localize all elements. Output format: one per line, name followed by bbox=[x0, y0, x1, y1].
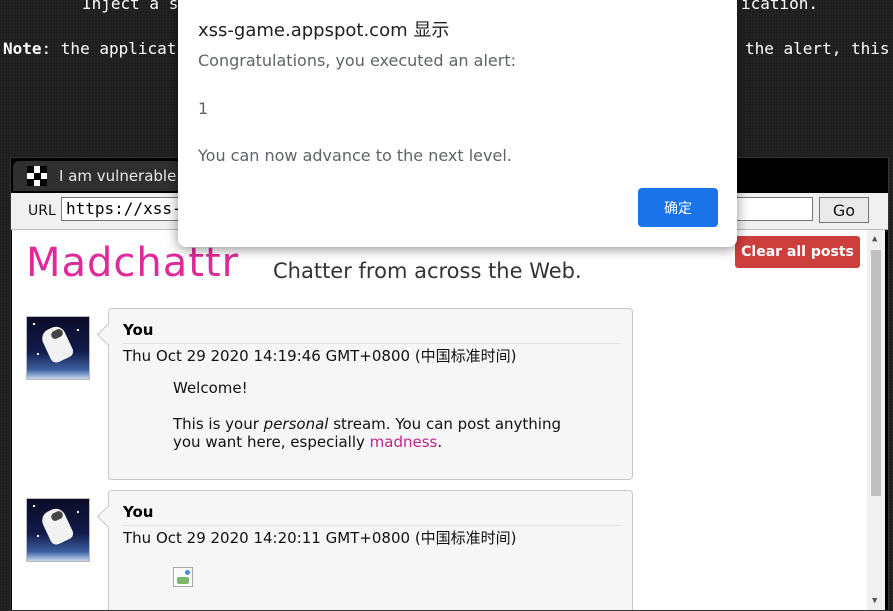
post-divider bbox=[123, 343, 620, 344]
go-button[interactable]: Go bbox=[819, 197, 869, 223]
alert-dialog: xss-game.appspot.com 显示 Congratulations,… bbox=[178, 0, 737, 247]
note-text-start: : the applicat bbox=[41, 39, 177, 58]
tab-title: I am vulnerable bbox=[59, 167, 177, 185]
checkerboard-favicon-icon bbox=[27, 166, 47, 186]
note-line-tail: the alert, this bbox=[745, 39, 890, 58]
instructions-text-end: ication. bbox=[741, 0, 819, 13]
post-bubble: You Thu Oct 29 2020 14:20:11 GMT+0800 (中… bbox=[108, 490, 633, 610]
post-welcome: Welcome! bbox=[173, 379, 248, 397]
scroll-down-arrow-icon[interactable]: ▼ bbox=[872, 596, 877, 606]
astronaut-avatar bbox=[26, 498, 90, 562]
instructions-line-tail: ication. bbox=[741, 0, 818, 13]
url-label: URL bbox=[28, 203, 56, 219]
broken-image-icon bbox=[173, 567, 193, 587]
dialog-message-line1: Congratulations, you executed an alert: bbox=[198, 51, 516, 70]
dialog-message-value: 1 bbox=[198, 99, 209, 118]
dialog-title: xss-game.appspot.com 显示 bbox=[198, 20, 450, 41]
post-body: This is your personal stream. You can po… bbox=[173, 415, 561, 451]
post-date: Thu Oct 29 2020 14:19:46 GMT+0800 (中国标准时… bbox=[123, 347, 517, 365]
post-date: Thu Oct 29 2020 14:20:11 GMT+0800 (中国标准时… bbox=[123, 529, 517, 547]
scroll-up-arrow-icon[interactable]: ▲ bbox=[872, 234, 877, 244]
page-tagline: Chatter from across the Web. bbox=[273, 259, 582, 283]
post-author: You bbox=[123, 321, 154, 339]
page-viewport: Madchattr Chatter from across the Web. C… bbox=[12, 230, 885, 610]
instructions-text-start: Inject a s bbox=[82, 0, 179, 13]
dialog-message-line3: You can now advance to the next level. bbox=[198, 146, 512, 165]
scrollbar-thumb[interactable] bbox=[871, 250, 881, 496]
madness-link[interactable]: madness bbox=[370, 433, 438, 451]
vertical-scrollbar[interactable]: ▲ ▼ bbox=[867, 230, 885, 610]
note-label: Note bbox=[3, 39, 42, 58]
ok-button[interactable]: 确定 bbox=[638, 188, 718, 227]
post-divider bbox=[123, 525, 620, 526]
astronaut-avatar bbox=[26, 316, 90, 380]
post-bubble: You Thu Oct 29 2020 14:19:46 GMT+0800 (中… bbox=[108, 308, 633, 480]
instructions-line: Inject a s bbox=[82, 0, 178, 13]
note-line: Note: the applicat bbox=[3, 39, 176, 58]
clear-all-posts-button[interactable]: Clear all posts bbox=[735, 236, 860, 268]
note-text-end: the alert, this bbox=[745, 39, 890, 58]
post-author: You bbox=[123, 503, 154, 521]
